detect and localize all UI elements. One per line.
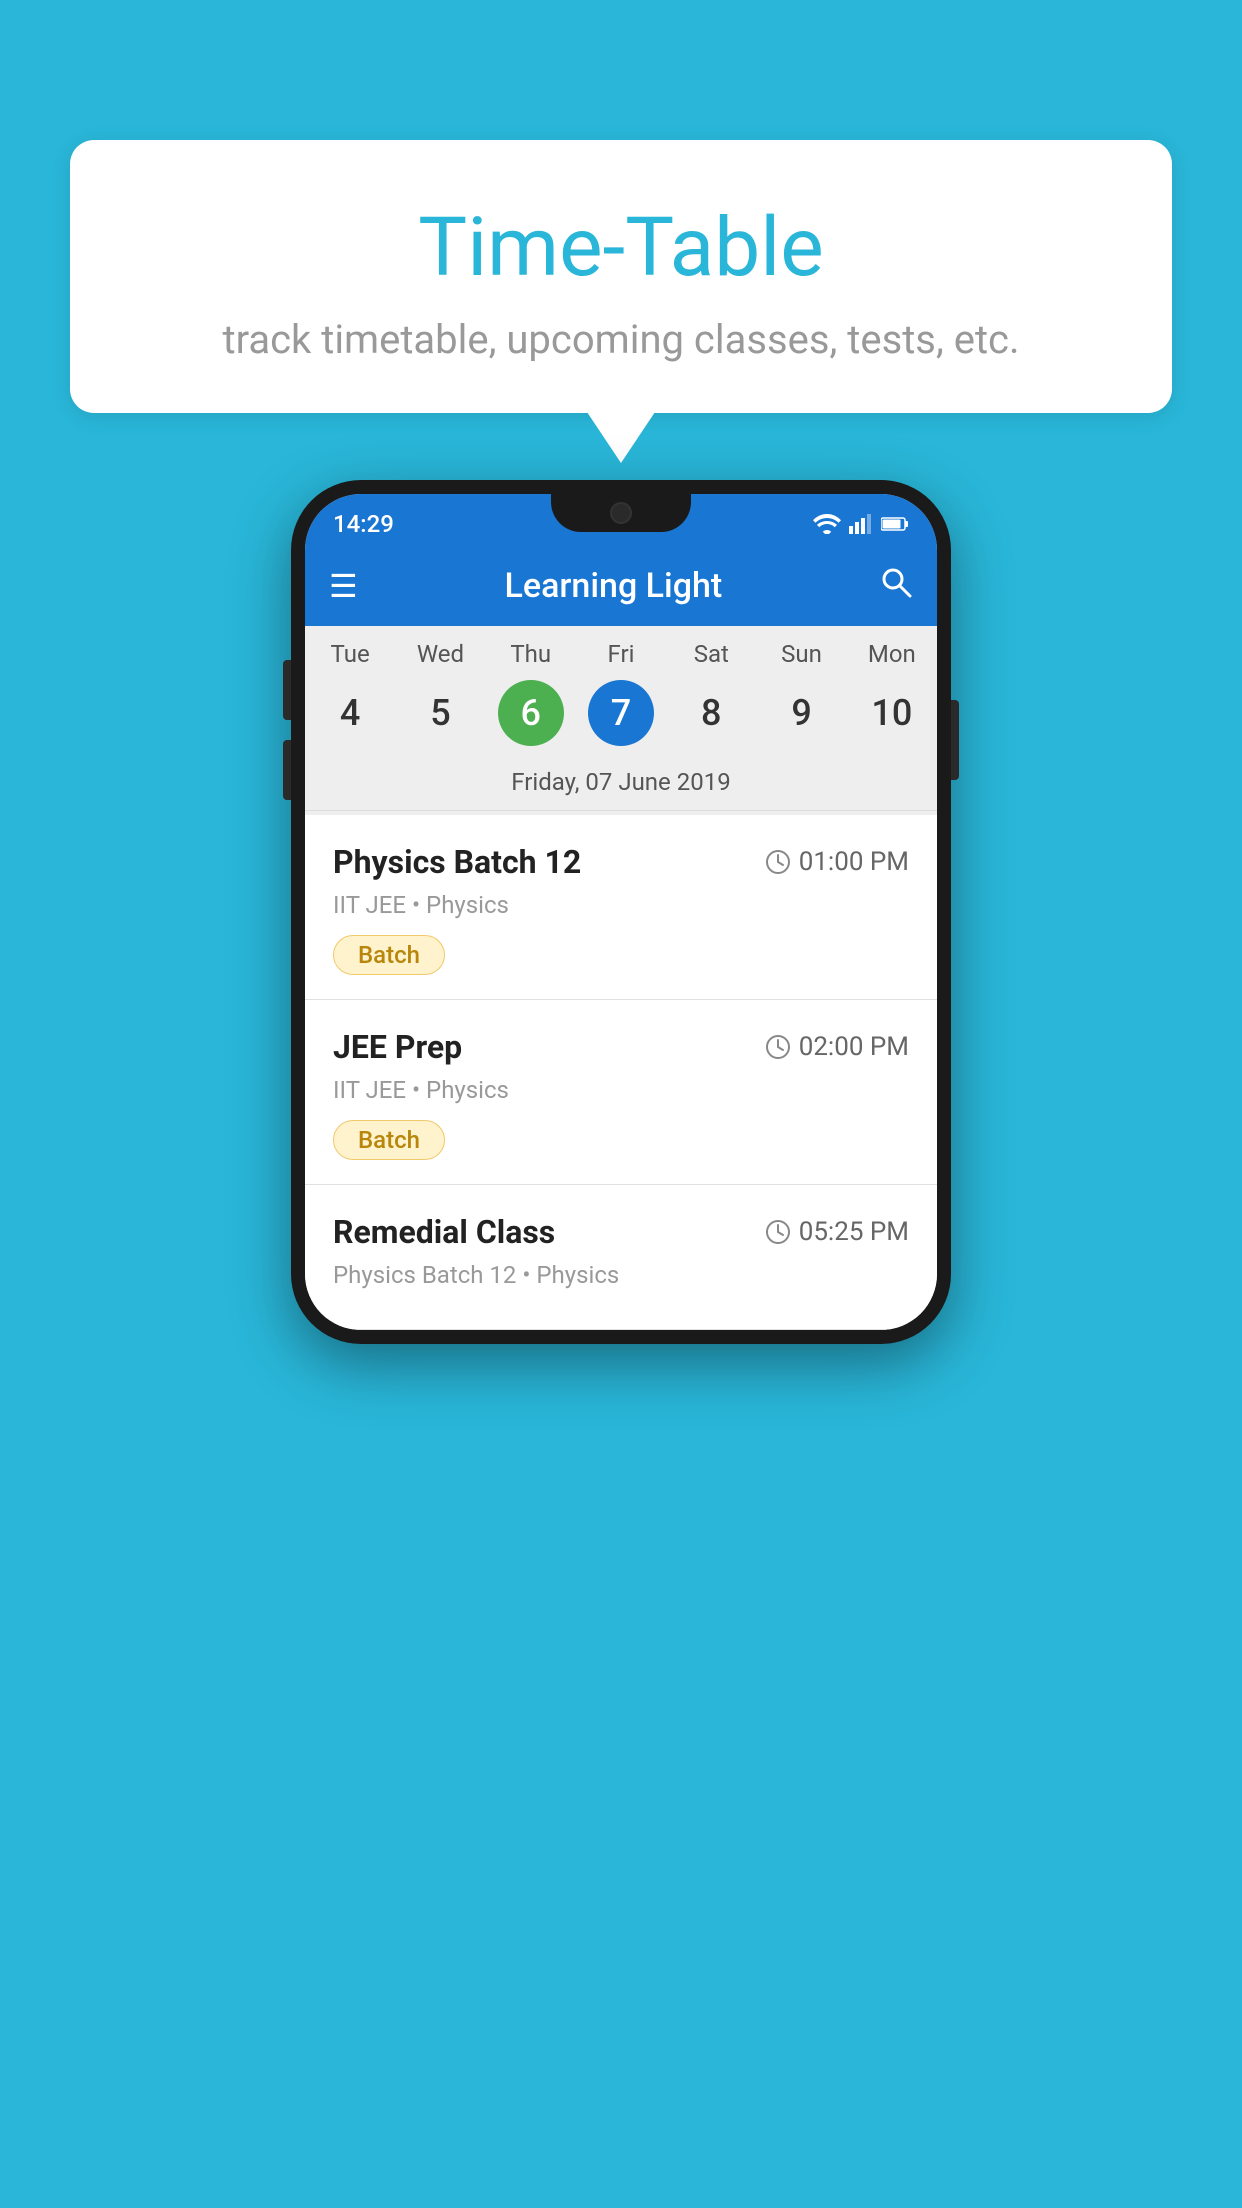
selected-date-label: Friday, 07 June 2019	[305, 760, 937, 811]
date-number-9: 9	[769, 680, 835, 746]
status-icons	[813, 514, 909, 534]
clock-icon-3	[765, 1219, 791, 1245]
date-number-6: 6	[498, 680, 564, 746]
class-item-physics[interactable]: Physics Batch 12 01:00 PM IIT JEE • Phys…	[305, 815, 937, 1000]
weekday-wed: Wed	[395, 640, 485, 668]
bubble-title: Time-Table	[130, 200, 1112, 296]
search-icon[interactable]	[879, 565, 913, 608]
date-cell-9[interactable]: 9	[756, 680, 846, 746]
date-number-10: 10	[859, 680, 925, 746]
wifi-icon	[813, 514, 841, 534]
class-meta-3: Physics Batch 12 • Physics	[333, 1261, 909, 1289]
class-meta-2: IIT JEE • Physics	[333, 1076, 909, 1104]
date-cell-4[interactable]: 4	[305, 680, 395, 746]
phone-notch	[551, 494, 691, 532]
hamburger-icon[interactable]: ☰	[329, 570, 358, 602]
class-name-1: Physics Batch 12	[333, 843, 581, 881]
date-cell-7[interactable]: 7	[576, 680, 666, 746]
class-meta-1: IIT JEE • Physics	[333, 891, 909, 919]
volume-down-button	[283, 740, 291, 800]
class-time-1: 01:00 PM	[765, 847, 909, 877]
weekday-fri: Fri	[576, 640, 666, 668]
date-number-4: 4	[317, 680, 383, 746]
date-number-7: 7	[588, 680, 654, 746]
weekdays-row: Tue Wed Thu Fri Sat Sun Mon	[305, 626, 937, 674]
phone-container: 14:29	[291, 480, 951, 1344]
front-camera	[610, 502, 632, 524]
class-time-3: 05:25 PM	[765, 1217, 909, 1247]
bubble-subtitle: track timetable, upcoming classes, tests…	[130, 316, 1112, 363]
date-cell-6[interactable]: 6	[486, 680, 576, 746]
status-time: 14:29	[333, 510, 394, 538]
class-time-2: 02:00 PM	[765, 1032, 909, 1062]
class-name-3: Remedial Class	[333, 1213, 555, 1251]
volume-up-button	[283, 660, 291, 720]
class-name-2: JEE Prep	[333, 1028, 462, 1066]
calendar-section: Tue Wed Thu Fri Sat Sun Mon 4 5	[305, 626, 937, 815]
clock-icon-2	[765, 1034, 791, 1060]
class-item-header-1: Physics Batch 12 01:00 PM	[333, 843, 909, 881]
power-button	[951, 700, 959, 780]
date-cell-5[interactable]: 5	[395, 680, 485, 746]
weekday-mon: Mon	[847, 640, 937, 668]
date-cell-8[interactable]: 8	[666, 680, 756, 746]
battery-icon	[881, 516, 909, 532]
weekday-sun: Sun	[756, 640, 846, 668]
batch-badge-2: Batch	[333, 1120, 445, 1160]
clock-icon-1	[765, 849, 791, 875]
weekday-thu: Thu	[486, 640, 576, 668]
date-number-5: 5	[407, 680, 473, 746]
class-item-header-3: Remedial Class 05:25 PM	[333, 1213, 909, 1251]
class-item-remedial[interactable]: Remedial Class 05:25 PM Physics Batch 12…	[305, 1185, 937, 1330]
signal-icon	[849, 514, 873, 534]
dates-row: 4 5 6 7 8 9	[305, 674, 937, 760]
class-item-jee[interactable]: JEE Prep 02:00 PM IIT JEE • Physics Batc…	[305, 1000, 937, 1185]
app-bar-title: Learning Light	[378, 566, 849, 606]
speech-bubble-container: Time-Table track timetable, upcoming cla…	[70, 140, 1172, 413]
weekday-tue: Tue	[305, 640, 395, 668]
phone-frame: 14:29	[291, 480, 951, 1344]
class-item-header-2: JEE Prep 02:00 PM	[333, 1028, 909, 1066]
date-cell-10[interactable]: 10	[847, 680, 937, 746]
phone-screen: 14:29	[305, 494, 937, 1330]
batch-badge-1: Batch	[333, 935, 445, 975]
date-number-8: 8	[678, 680, 744, 746]
speech-bubble: Time-Table track timetable, upcoming cla…	[70, 140, 1172, 413]
app-bar: ☰ Learning Light	[305, 546, 937, 626]
weekday-sat: Sat	[666, 640, 756, 668]
